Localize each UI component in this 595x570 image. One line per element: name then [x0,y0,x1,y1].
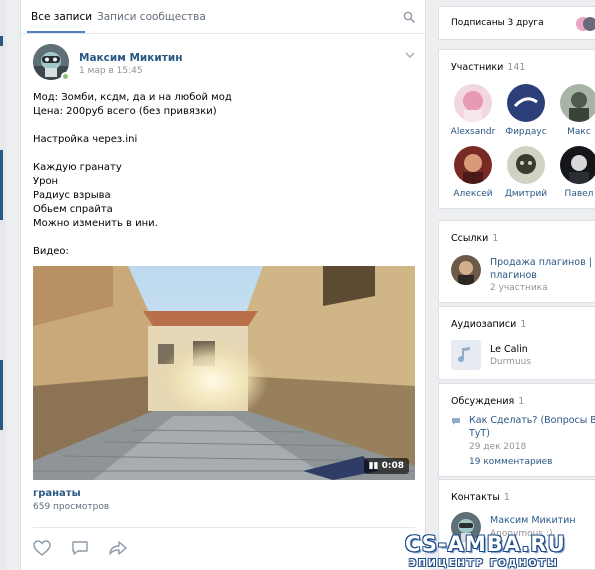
share-icon[interactable] [109,540,127,556]
members-card: Участники 141 Alexsandr Фирдаус Макс Алек… [438,49,595,209]
audio-track[interactable]: Le Calin [490,344,528,355]
video-title[interactable]: гранаты [33,488,81,499]
member-item[interactable]: Алексей [448,146,498,199]
like-icon[interactable] [33,540,51,556]
post-text-line: Урон [33,176,59,187]
friends-avatars [576,17,595,31]
left-edge-mark [0,36,3,46]
audio-artist[interactable]: Durmuus [490,357,531,367]
audio-count: 1 [520,319,527,330]
member-item[interactable]: Павел [554,146,595,199]
member-name: Дмитрий [504,189,548,199]
post-text-line: Радиус взрыва [33,190,111,201]
discussion-bubble-icon [452,418,460,425]
member-name: Фирдаус [505,127,547,137]
post-text-line: Каждую гранату [33,162,122,173]
link-members: 2 участника [490,283,548,293]
left-edge-mark [0,150,3,220]
avatar [454,84,492,122]
comment-icon[interactable] [71,540,89,556]
member-name: Павел [564,189,594,199]
tab-community-posts[interactable]: Записи сообщества [97,11,206,23]
discussion-topic[interactable]: Как Сделать? (Вопросы Все [469,415,595,426]
contacts-title: Контакты [451,492,500,503]
audio-header[interactable]: Аудиозаписи 1 [451,319,526,330]
post-text-line: Мод: Зомби, ксдм, да и на любой мод [33,92,232,103]
post-author-name[interactable]: Максим Микитин [79,52,182,64]
online-status-dot [61,72,70,81]
watermark-sub: ЭПИЦЕНТР ГОДНОТЫ [409,558,559,569]
post-text-line: Видео: [33,246,69,257]
music-note-icon [458,347,470,363]
wall-tabs: Все записи Записи сообщества [21,0,425,34]
avatar [507,146,545,184]
post-text-line [33,119,232,133]
links-card: Ссылки1 Продажа плагинов | Зака плагинов… [438,220,595,303]
video-thumbnail [33,266,415,480]
discussions-header[interactable]: Обсуждения 1 [451,396,524,407]
discussions-card: Обсуждения 1 Как Сделать? (Вопросы Все Ту… [438,383,595,477]
friends-subscribed-card[interactable]: Подписаны 3 друга [438,6,595,40]
member-name: Алексей [453,189,493,199]
members-title: Участники [451,62,504,73]
video-duration: 0:08 [381,461,404,471]
video-duration-icon: ▮▮ [368,461,379,471]
audio-card: Аудиозаписи 1 Le Calin Durmuus [438,306,595,380]
link-name-cont[interactable]: плагинов [490,270,537,281]
avatar[interactable] [451,255,481,285]
post-divider [33,527,415,528]
post-text-line: Обьем спрайта [33,204,113,215]
members-count: 141 [507,62,526,73]
post-text-line: Настройка через.ini [33,134,138,145]
contact-name[interactable]: Максим Микитин [490,515,576,526]
avatar [454,146,492,184]
discussion-date: 29 дек 2018 [469,442,527,452]
chevron-down-icon[interactable] [405,52,415,58]
post-text-line [33,231,232,245]
post-date[interactable]: 1 мар в 15:45 [79,66,143,76]
site-watermark: CS-AMBA.RU ЭПИЦЕНТР ГОДНОТЫ [403,532,595,570]
post-text-line [33,147,232,161]
discussion-comments[interactable]: 19 комментариев [469,457,552,467]
watermark-main: CS-AMBA.RU [405,532,566,556]
members-header[interactable]: Участники 141 [451,62,525,73]
video-duration-badge: ▮▮ 0:08 [363,458,409,474]
post-text: Мод: Зомби, ксдм, да и на любой мод Цена… [33,91,232,259]
avatar [507,84,545,122]
avatar [560,146,595,184]
post-author-avatar-wrap[interactable] [33,44,70,81]
member-item[interactable]: Фирдаус [501,84,551,137]
member-item[interactable]: Alexsandr [448,84,498,137]
link-name[interactable]: Продажа плагинов | Зака [490,257,595,268]
member-name: Alexsandr [450,127,496,137]
member-name: Макс [567,127,591,137]
member-item[interactable]: Макс [554,84,595,137]
discussion-topic-cont[interactable]: ТуТ) [469,428,490,439]
member-item[interactable]: Дмитрий [501,146,551,199]
friends-subscribed-label[interactable]: Подписаны 3 друга [451,18,544,28]
contacts-header[interactable]: Контакты 1 [451,492,510,503]
links-count: 1 [492,233,499,244]
audio-cover[interactable] [451,340,481,370]
links-title: Ссылки [451,233,489,244]
discussions-count: 1 [518,396,525,407]
tab-all-posts[interactable]: Все записи [31,11,92,23]
contacts-count: 1 [503,492,510,503]
discussions-title: Обсуждения [451,396,515,407]
left-edge-strip [0,0,6,570]
post-text-line: Можно изменить в ини. [33,218,158,229]
links-header[interactable]: Ссылки 1 [451,233,498,244]
audio-title: Аудиозаписи [451,319,517,330]
left-edge-mark [0,360,3,430]
video-views: 659 просмотров [33,502,110,512]
wall-feed: Все записи Записи сообщества Максим Мики… [20,0,426,570]
avatar [560,84,595,122]
search-icon[interactable] [403,11,415,23]
active-tab-indicator [27,31,85,33]
post-text-line: Цена: 200руб всего (без привязки) [33,106,217,117]
video-player[interactable]: ▮▮ 0:08 [33,266,415,480]
